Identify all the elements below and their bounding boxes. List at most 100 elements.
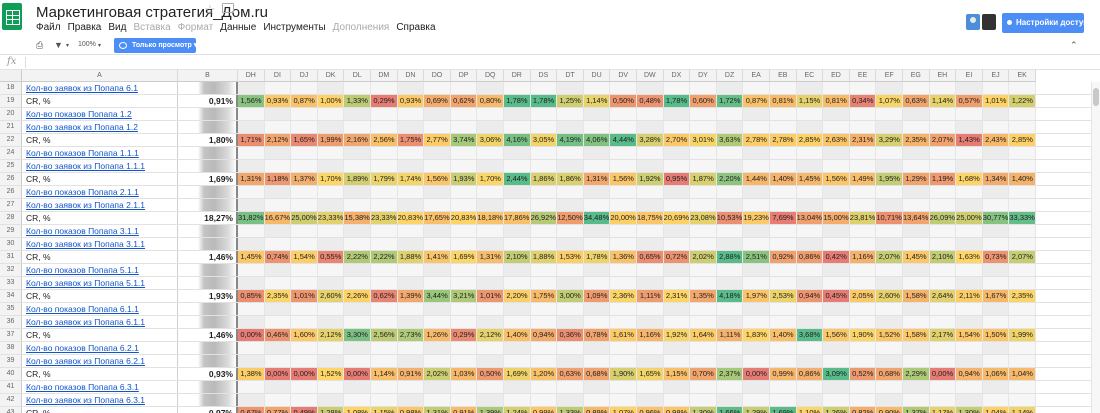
comments-icon[interactable] xyxy=(982,14,996,30)
filter-icon[interactable]: ▼ xyxy=(54,40,63,50)
row-header[interactable]: 39 xyxy=(0,355,22,368)
column-header[interactable]: EK xyxy=(1009,70,1036,82)
chevron-down-icon[interactable]: ▾ xyxy=(98,42,101,49)
column-header[interactable]: DY xyxy=(690,70,717,82)
column-header[interactable]: DV xyxy=(610,70,637,82)
row-label-link[interactable]: Кол-во показов Попапа 1.1.1 xyxy=(22,147,178,159)
avatar[interactable] xyxy=(966,14,980,30)
row-label-link[interactable]: Кол-во показов Попапа 6.2.1 xyxy=(22,342,178,354)
column-header[interactable]: ED xyxy=(823,70,850,82)
row-label-link[interactable]: Кол-во показов Попапа 1.2 xyxy=(22,108,178,120)
column-header[interactable]: DS xyxy=(530,70,558,82)
row-header[interactable]: 18 xyxy=(0,82,22,95)
row-header[interactable]: 27 xyxy=(0,199,22,212)
column-header[interactable]: DZ xyxy=(716,70,744,82)
scrollbar-thumb[interactable] xyxy=(1093,88,1099,106)
column-header[interactable]: EA xyxy=(743,70,770,82)
row-header[interactable]: 28 xyxy=(0,212,22,225)
sheet-grid[interactable]: A B DH DI DJ DK DL DM DN DO DP DQ DR DS DT DU DV DW DX DY DZ… xyxy=(0,70,1100,413)
menu-item[interactable]: Вставка xyxy=(133,22,170,33)
row-header[interactable]: 43 xyxy=(0,407,22,413)
menu-item[interactable]: Формат xyxy=(178,22,214,33)
chevron-down-icon[interactable]: ▾ xyxy=(66,42,69,49)
column-header[interactable]: EE xyxy=(849,70,877,82)
column-header[interactable]: DH xyxy=(238,70,265,82)
row-header[interactable]: 25 xyxy=(0,160,22,173)
row-label-link[interactable]: Кол-во показов Попапа 5.1.1 xyxy=(22,264,178,276)
column-header[interactable]: EI xyxy=(956,70,983,82)
column-header[interactable]: EJ xyxy=(982,70,1010,82)
column-header[interactable]: DU xyxy=(583,70,611,82)
row-header[interactable]: 29 xyxy=(0,225,22,238)
row-header[interactable]: 20 xyxy=(0,108,22,121)
column-header[interactable]: EG xyxy=(903,70,930,82)
view-only-button[interactable]: Только просмотр ▾ xyxy=(114,38,197,53)
column-header[interactable]: EC xyxy=(796,70,824,82)
row-label-link[interactable]: Кол-во показов Попапа 6.3.1 xyxy=(22,381,178,393)
column-header[interactable]: DK xyxy=(317,70,345,82)
column-header[interactable]: DP xyxy=(450,70,478,82)
row-label-link[interactable]: Кол-во заявок из Попапа 6.1 xyxy=(22,82,178,94)
column-header[interactable]: DN xyxy=(397,70,425,82)
column-header[interactable]: EH xyxy=(929,70,957,82)
row-label-link[interactable]: Кол-во показов Попапа 3.1.1 xyxy=(22,225,178,237)
column-header[interactable]: DX xyxy=(663,70,691,82)
column-header[interactable]: A xyxy=(22,70,178,82)
row-label-link[interactable]: Кол-во заявок из Попапа 3.1.1 xyxy=(22,238,178,250)
row-label-link[interactable]: Кол-во показов Попапа 6.1.1 xyxy=(22,303,178,315)
row-header[interactable]: 42 xyxy=(0,394,22,407)
row-header[interactable]: 32 xyxy=(0,264,22,277)
sheets-logo-icon[interactable] xyxy=(2,3,22,30)
row-header[interactable]: 40 xyxy=(0,368,22,381)
menu-item[interactable]: Данные xyxy=(220,22,256,33)
column-header[interactable]: DJ xyxy=(291,70,318,82)
row-header[interactable]: 35 xyxy=(0,303,22,316)
column-header[interactable]: EB xyxy=(770,70,797,82)
zoom-select[interactable]: 100% xyxy=(78,41,96,48)
column-header[interactable]: DO xyxy=(424,70,451,82)
row-label-link[interactable]: Кол-во заявок из Попапа 1.1.1 xyxy=(22,160,178,172)
row-header[interactable]: 34 xyxy=(0,290,22,303)
folder-icon[interactable] xyxy=(222,3,234,13)
menu-item[interactable]: Дополнения xyxy=(333,22,390,33)
row-header[interactable]: 31 xyxy=(0,251,22,264)
row-label-link[interactable]: Кол-во заявок из Попапа 6.3.1 xyxy=(22,394,178,406)
row-header[interactable]: 19 xyxy=(0,95,22,108)
row-label-link[interactable]: Кол-во заявок из Попапа 6.1.1 xyxy=(22,316,178,328)
star-icon[interactable]: ☆ xyxy=(204,2,216,18)
row-header[interactable]: 30 xyxy=(0,238,22,251)
row-header[interactable]: 22 xyxy=(0,134,22,147)
share-button[interactable]: Настройки доступа xyxy=(1002,13,1093,33)
menu-item[interactable]: Справка xyxy=(396,22,435,33)
column-header[interactable]: DM xyxy=(371,70,398,82)
menu-item[interactable]: Правка xyxy=(68,22,102,33)
menu-item[interactable]: Инструменты xyxy=(263,22,325,33)
select-all-corner[interactable] xyxy=(0,70,22,82)
row-label-link[interactable]: Кол-во заявок из Попапа 6.2.1 xyxy=(22,355,178,367)
collapse-icon[interactable]: ⌃ xyxy=(1070,40,1078,51)
row-header[interactable]: 37 xyxy=(0,329,22,342)
row-header[interactable]: 24 xyxy=(0,147,22,160)
column-header[interactable]: DR xyxy=(504,70,531,82)
row-header[interactable]: 33 xyxy=(0,277,22,290)
print-icon[interactable]: ⎙ xyxy=(36,40,43,51)
scrollbar[interactable] xyxy=(1091,82,1100,413)
row-label-link[interactable]: Кол-во заявок из Попапа 1.2 xyxy=(22,121,178,133)
row-header[interactable]: 36 xyxy=(0,316,22,329)
menu-item[interactable]: Вид xyxy=(108,22,126,33)
column-header[interactable]: DT xyxy=(557,70,584,82)
row-header[interactable]: 41 xyxy=(0,381,22,394)
row-header[interactable]: 26 xyxy=(0,173,22,186)
row-header[interactable]: 26 xyxy=(0,186,22,199)
row-header[interactable]: 21 xyxy=(0,121,22,134)
column-header[interactable]: DW xyxy=(637,70,664,82)
column-header[interactable]: DI xyxy=(264,70,292,82)
row-header[interactable]: 38 xyxy=(0,342,22,355)
row-label-link[interactable]: Кол-во показов Попапа 2.1.1 xyxy=(22,186,178,198)
column-header[interactable]: EF xyxy=(876,70,903,82)
column-header[interactable]: DL xyxy=(344,70,371,82)
menu-item[interactable]: Файл xyxy=(36,22,61,33)
row-label-link[interactable]: Кол-во заявок из Попапа 5.1.1 xyxy=(22,277,178,289)
row-label-link[interactable]: Кол-во заявок из Попапа 2.1.1 xyxy=(22,199,178,211)
column-header[interactable]: DQ xyxy=(477,70,504,82)
